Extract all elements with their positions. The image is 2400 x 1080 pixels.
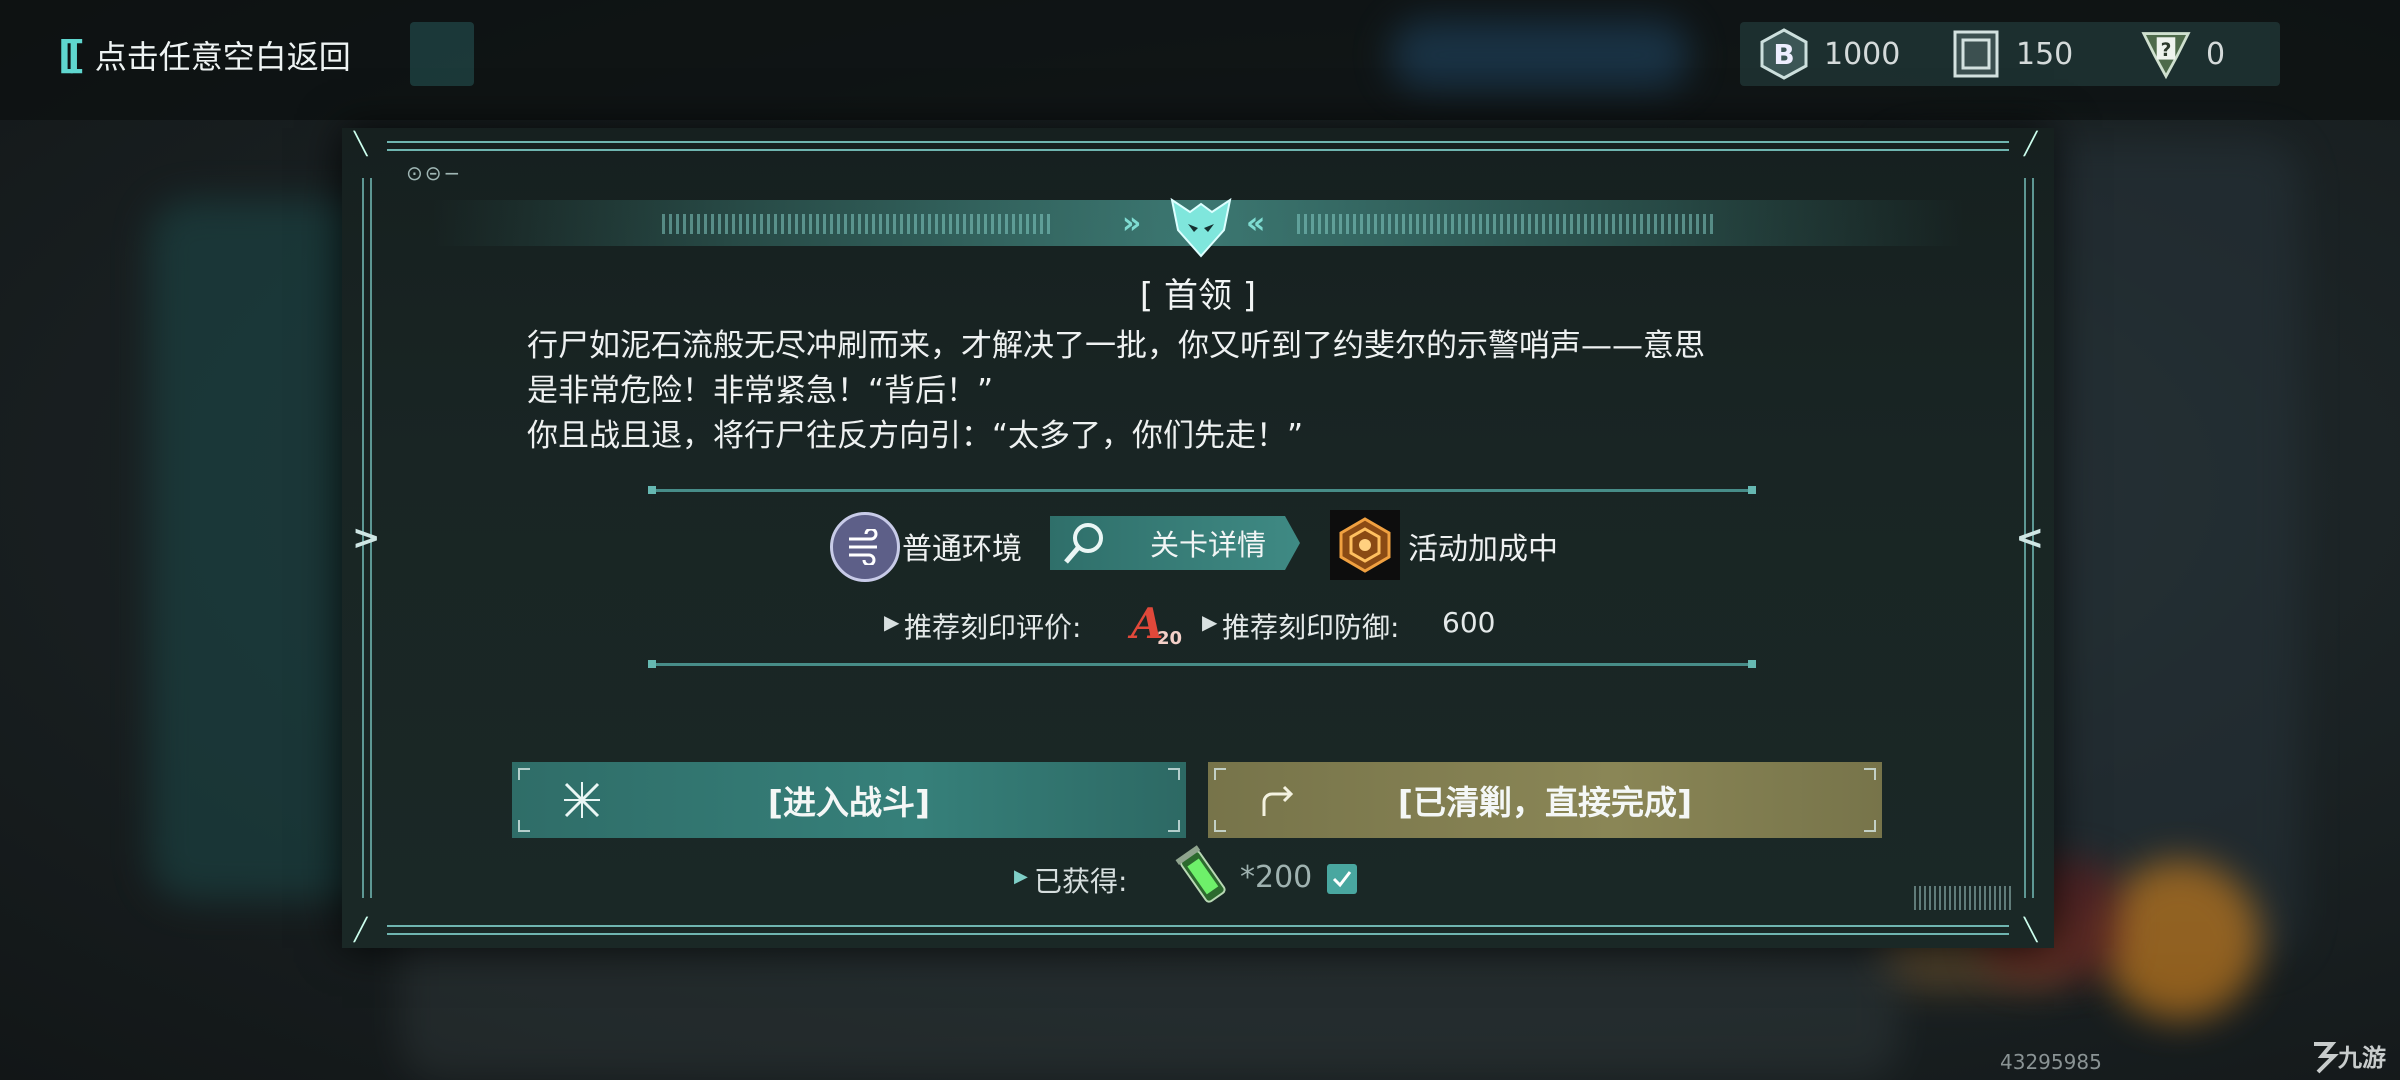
back-label: 点击任意空白返回 — [94, 38, 351, 76]
frame-bottom — [387, 925, 2009, 935]
description-line: 你且战且退，将行尸往反方向引：“太多了，你们先走！” — [527, 418, 1304, 454]
svg-text:B: B — [1773, 38, 1794, 71]
event-bonus-label: 活动加成中 — [1408, 532, 1558, 567]
recommend-row: ▶ 推荐刻印评价: A 20 ▶ 推荐刻印防御: 600 — [342, 599, 2054, 650]
description-line: 行尸如泥石流般无尽冲刷而来，才解决了一批，你又听到了约斐尔的示警哨声——意思 — [527, 328, 1705, 364]
watermark-logo: 九游 — [2308, 1036, 2398, 1076]
hatch-decoration — [662, 214, 1052, 234]
svg-text:九游: 九游 — [2337, 1044, 2386, 1072]
rating-badge-icon: A 20 — [1127, 594, 1183, 650]
enter-battle-button[interactable]: [进入战斗] — [512, 762, 1186, 838]
svg-text:20: 20 — [1157, 628, 1182, 649]
stage-description: 行尸如泥石流般无尽冲刷而来，才解决了一批，你又听到了约斐尔的示警哨声——意思 是… — [527, 324, 1887, 459]
svg-text:?: ? — [2161, 40, 2172, 61]
enter-battle-label: [进入战斗] — [767, 783, 931, 822]
recommend-defense-value: 600 — [1442, 606, 1496, 639]
magnifier-icon — [1060, 518, 1110, 568]
currency-coin[interactable]: B 1000 — [1758, 22, 1900, 86]
energy-canister-icon[interactable] — [1172, 844, 1232, 910]
coin-icon: B — [1758, 28, 1810, 80]
wolf-boss-icon — [1164, 190, 1238, 264]
reward-count: *200 — [1240, 860, 1313, 895]
card-value: 0 — [2206, 36, 2226, 72]
menu-button[interactable] — [410, 22, 474, 86]
auto-complete-label: [已清剿，直接完成] — [1397, 783, 1693, 822]
currency-chip[interactable]: 150 — [1950, 22, 2073, 86]
wind-icon — [830, 512, 900, 582]
event-bonus-icon[interactable] — [1330, 510, 1400, 580]
triangle-right-icon: ▶ — [1014, 866, 1028, 887]
back-bracket-icon: [[ — [58, 33, 85, 77]
currency-card[interactable]: ? 0 — [2140, 22, 2225, 86]
chip-icon — [1950, 28, 2002, 80]
user-id: 43295985 — [2000, 1050, 2102, 1074]
chevron-right-icon: » — [1122, 206, 1142, 241]
coin-value: 1000 — [1824, 36, 1901, 72]
recommend-rating-label: 推荐刻印评价: — [904, 611, 1082, 644]
corner-mark: ╱ — [354, 918, 368, 943]
auto-complete-button[interactable]: [已清剿，直接完成] — [1208, 762, 1882, 838]
background-blur — [2100, 860, 2260, 1020]
card-icon: ? — [2140, 28, 2192, 80]
decoration-glyph-icon: ⊙⊝− — [406, 161, 463, 185]
reward-label: 已获得: — [1034, 865, 1128, 898]
stage-detail-label: 关卡详情 — [1150, 528, 1267, 562]
background-blur — [1390, 20, 1690, 90]
frame-top — [387, 141, 2009, 151]
corner-mark: ╱ — [2024, 132, 2038, 157]
stage-detail-button[interactable]: 关卡详情 — [1050, 516, 1300, 570]
divider — [648, 660, 1756, 668]
triangle-right-icon: ▶ — [884, 610, 900, 634]
reward-row: ▶ 已获得: *200 — [342, 845, 2054, 910]
divider — [648, 486, 1756, 494]
chip-value: 150 — [2016, 36, 2074, 72]
checkmark-icon — [1327, 864, 1357, 894]
boss-stage-dialog: ╲ ╱ ╱ ╲ > < ⊙⊝− » « [ 首领 ] 行尸如泥石流般无尽冲刷而来… — [342, 128, 2054, 948]
dialog-title: [ 首领 ] — [1139, 276, 1257, 316]
hatch-decoration — [1297, 214, 1717, 234]
corner-mark: ╲ — [2024, 918, 2038, 943]
triangle-right-icon: ▶ — [1202, 610, 1218, 634]
description-line: 是非常危险！非常紧急！“背后！” — [527, 373, 994, 409]
corner-mark: ╲ — [354, 132, 368, 157]
environment-label: 普通环境 — [902, 532, 1022, 567]
stage-info-row: 普通环境 关卡详情 活动加成中 — [342, 510, 2054, 582]
recommend-defense-label: 推荐刻印防御: — [1222, 611, 1400, 644]
back-button[interactable]: [[ 点击任意空白返回 — [58, 30, 351, 80]
chevron-left-icon: « — [1246, 206, 1266, 241]
